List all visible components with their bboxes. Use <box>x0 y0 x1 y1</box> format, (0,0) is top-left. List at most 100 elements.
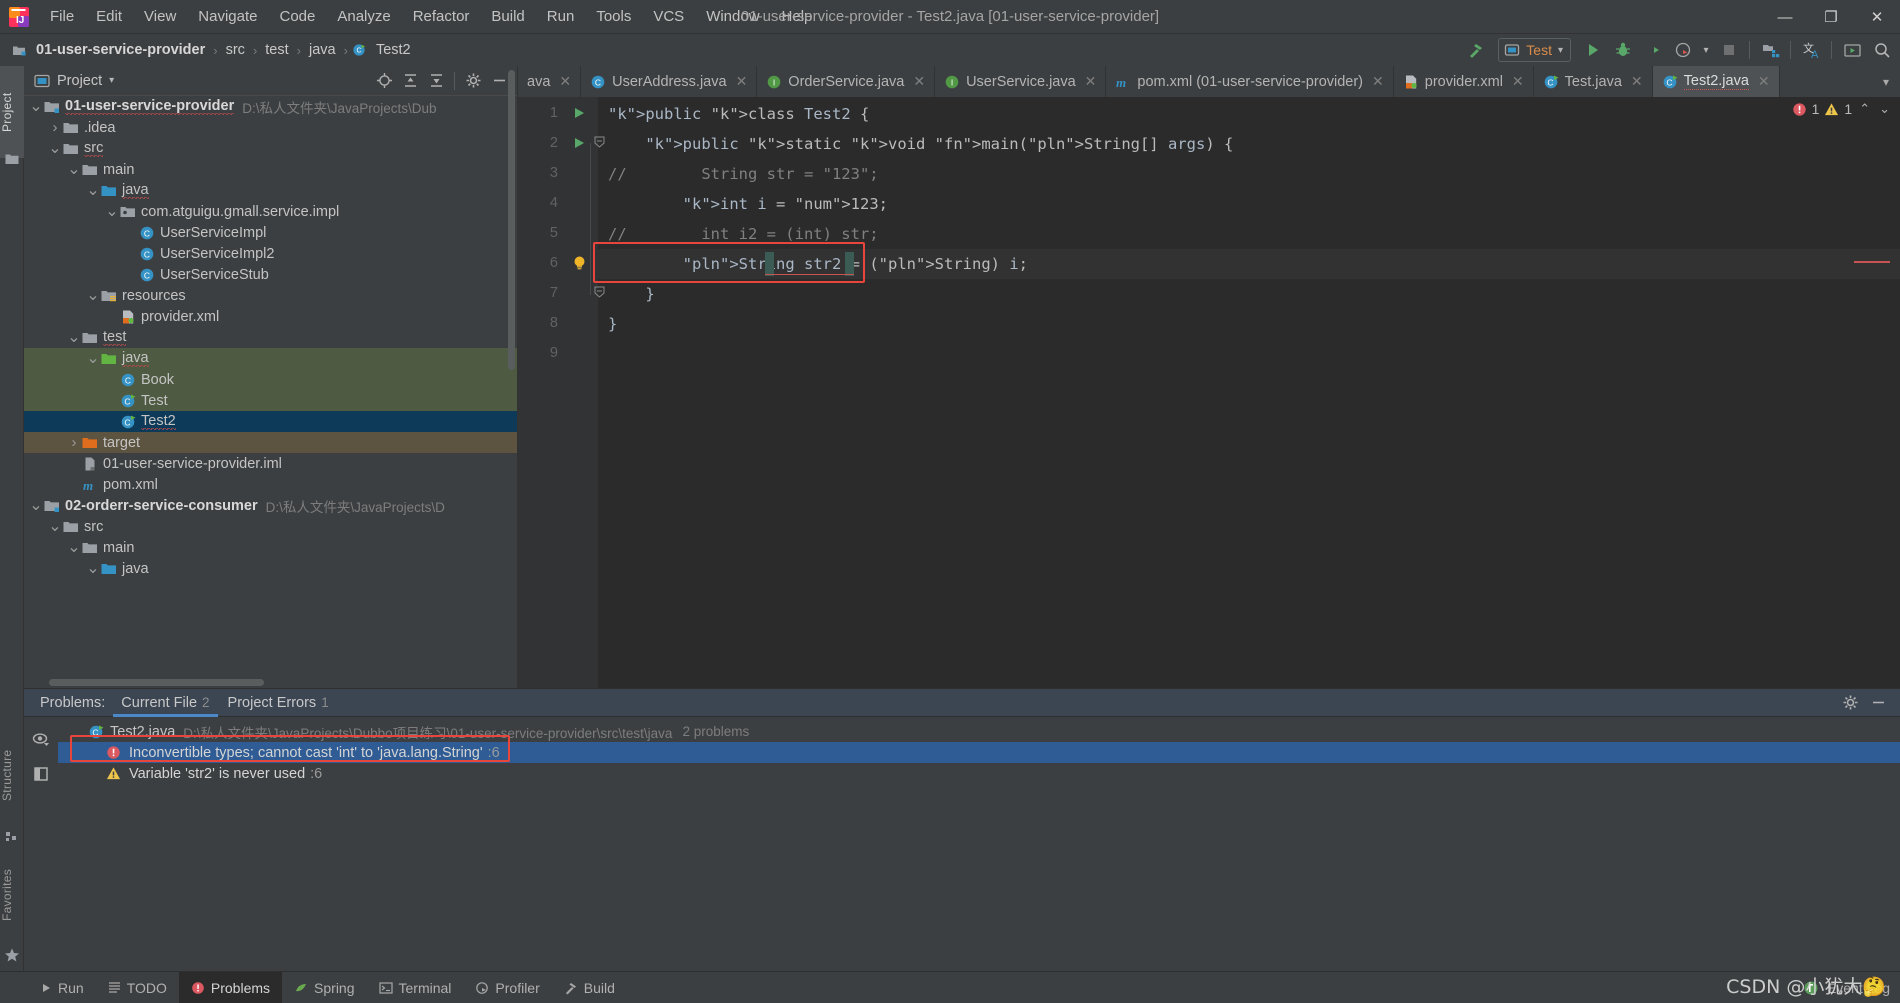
preview-icon[interactable] <box>24 757 58 791</box>
gear-icon[interactable] <box>1838 691 1862 715</box>
expand-all-icon[interactable] <box>398 69 422 93</box>
tree-item-main[interactable]: ⌄ main <box>24 159 517 180</box>
editor-gutter[interactable]: 1 2 3 4 5 6 7 8 9 <box>518 97 605 688</box>
presentation-icon[interactable] <box>1838 37 1866 63</box>
editor-tab-orderservice-java[interactable]: I OrderService.java ✕ <box>757 66 936 97</box>
target-icon[interactable] <box>372 69 396 93</box>
tree-item-provider-xml[interactable]: provider.xml <box>24 306 517 327</box>
menu-refactor[interactable]: Refactor <box>402 4 481 29</box>
run-configuration-selector[interactable]: Test ▾ <box>1498 38 1571 62</box>
project-structure-icon[interactable] <box>1756 37 1784 63</box>
coverage-icon[interactable] <box>1639 37 1667 63</box>
breadcrumb-class[interactable]: Test2 <box>372 41 415 59</box>
sidebar-tab-project[interactable]: Project <box>0 66 24 158</box>
error-stripe-marker[interactable] <box>1854 261 1890 263</box>
chevron-down-icon[interactable]: ⌄ <box>66 161 82 178</box>
editor-tab-userservice-java[interactable]: I UserService.java ✕ <box>935 66 1107 97</box>
problems-list[interactable]: C Test2.java D:\私人文件夹\JavaProjects\Dubbo项目… <box>58 717 1900 971</box>
menu-build[interactable]: Build <box>480 4 535 29</box>
maximize-button[interactable]: ❐ <box>1808 0 1854 34</box>
editor-tab-pom-xml-01-user-service-provider-[interactable]: m pom.xml (01-user-service-provider) ✕ <box>1106 66 1394 97</box>
tree-item-java[interactable]: ⌄ java <box>24 558 517 579</box>
tree-item-test[interactable]: C Test <box>24 390 517 411</box>
close-icon[interactable]: ✕ <box>1512 73 1524 90</box>
hammer-icon[interactable] <box>1462 37 1490 63</box>
tree-item-java[interactable]: ⌄ java <box>24 180 517 201</box>
stop-icon[interactable] <box>1715 37 1743 63</box>
tab-project-errors[interactable]: Project Errors 1 <box>226 689 331 717</box>
tree-item-resources[interactable]: ⌄ resources <box>24 285 517 306</box>
chevron-down-icon[interactable]: ⌄ <box>85 287 101 304</box>
tree-horizontal-scrollbar[interactable] <box>49 679 264 686</box>
sidebar-tab-favorites[interactable]: Favorites <box>0 849 24 941</box>
close-button[interactable]: ✕ <box>1854 0 1900 34</box>
chevron-down-icon[interactable]: ⌄ <box>66 329 82 346</box>
tree-item-java[interactable]: ⌄ java <box>24 348 517 369</box>
tree-vertical-scrollbar[interactable] <box>508 70 515 370</box>
editor-code-text[interactable]: "k">public "k">class Test2 { "k">public … <box>590 97 1900 688</box>
minimize-button[interactable]: — <box>1762 0 1808 34</box>
chevron-down-icon[interactable]: ▾ <box>1699 37 1713 63</box>
profiler-icon[interactable] <box>1669 37 1697 63</box>
editor-tab-bar[interactable]: ava ✕ C UserAddress.java ✕ I OrderService.java… <box>518 66 1900 97</box>
chevron-down-icon[interactable]: ⌄ <box>1877 101 1892 117</box>
editor-tab-useraddress-java[interactable]: C UserAddress.java ✕ <box>581 66 758 97</box>
tree-item-src[interactable]: ⌄ src <box>24 516 517 537</box>
status-terminal-button[interactable]: Terminal <box>367 972 464 1003</box>
breadcrumb-project[interactable]: 01-user-service-provider <box>32 41 209 59</box>
tree-item-userservicestub[interactable]: C UserServiceStub <box>24 264 517 285</box>
chevron-down-icon[interactable]: ⌄ <box>28 497 44 514</box>
status-profiler-button[interactable]: Profiler <box>463 972 551 1003</box>
intention-bulb-icon[interactable] <box>572 255 586 270</box>
menu-navigate[interactable]: Navigate <box>187 4 268 29</box>
gear-icon[interactable] <box>461 69 485 93</box>
menu-file[interactable]: File <box>39 4 85 29</box>
editor-tab-provider-xml[interactable]: provider.xml ✕ <box>1394 66 1534 97</box>
tree-item-pom-xml[interactable]: m pom.xml <box>24 474 517 495</box>
tree-item-test2[interactable]: C Test2 <box>24 411 517 432</box>
sidebar-tab-structure[interactable]: Structure <box>0 729 24 821</box>
status-todo-button[interactable]: TODO <box>96 972 179 1003</box>
editor-tab-ava[interactable]: ava ✕ <box>518 66 582 97</box>
close-icon[interactable]: ✕ <box>1631 73 1643 90</box>
chevron-down-icon[interactable]: ⌄ <box>28 98 44 115</box>
tree-item-01-user-service-provider[interactable]: ⌄ 01-user-service-provider D:\私人文件夹\JavaPr… <box>24 96 517 117</box>
eye-icon[interactable] <box>24 723 58 757</box>
editor-tabs-more-button[interactable]: ▾ <box>1872 66 1900 97</box>
problem-row[interactable]: Variable 'str2' is never used:6 <box>58 763 1900 784</box>
tree-item--idea[interactable]: › .idea <box>24 117 517 138</box>
inspection-widget[interactable]: 1 1 ⌃ ⌄ <box>1792 97 1900 121</box>
tree-item-userserviceimpl[interactable]: C UserServiceImpl <box>24 222 517 243</box>
tree-item-book[interactable]: C Book <box>24 369 517 390</box>
status-spring-button[interactable]: Spring <box>282 972 366 1003</box>
chevron-right-icon[interactable]: › <box>47 119 63 136</box>
menu-analyze[interactable]: Analyze <box>326 4 401 29</box>
breadcrumb-test[interactable]: test <box>261 41 292 59</box>
chevron-up-icon[interactable]: ⌃ <box>1857 101 1872 117</box>
chevron-down-icon[interactable]: ⌄ <box>85 182 101 199</box>
chevron-down-icon[interactable]: ⌄ <box>85 350 101 367</box>
close-icon[interactable]: ✕ <box>559 73 571 90</box>
menu-help[interactable]: Help <box>771 4 824 29</box>
close-icon[interactable]: ✕ <box>1758 73 1770 90</box>
run-gutter-icon[interactable] <box>573 106 586 120</box>
code-editor[interactable]: 1 2 3 4 5 6 7 8 9 "k">public "k">class Test2 { "… <box>518 97 1900 688</box>
tree-item-com-atguigu-gmall-service-impl[interactable]: ⌄ com.atguigu.gmall.service.impl <box>24 201 517 222</box>
event-log-label[interactable]: Event Log <box>1827 980 1890 996</box>
tree-item-main[interactable]: ⌄ main <box>24 537 517 558</box>
menu-run[interactable]: Run <box>536 4 586 29</box>
menu-view[interactable]: View <box>133 4 187 29</box>
menu-code[interactable]: Code <box>268 4 326 29</box>
chevron-down-icon[interactable]: ⌄ <box>104 203 120 220</box>
chevron-down-icon[interactable]: ⌄ <box>85 560 101 577</box>
chevron-right-icon[interactable]: › <box>66 434 82 451</box>
tree-item-02-orderr-service-consumer[interactable]: ⌄ 02-orderr-service-consumer D:\私人文件夹\Java… <box>24 495 517 516</box>
play-icon[interactable] <box>1579 37 1607 63</box>
close-icon[interactable]: ✕ <box>1372 73 1384 90</box>
tree-item-target[interactable]: › target <box>24 432 517 453</box>
close-icon[interactable]: ✕ <box>1085 73 1097 90</box>
project-tree[interactable]: ⌄ 01-user-service-provider D:\私人文件夹\JavaPr… <box>24 96 517 688</box>
tree-item-test[interactable]: ⌄ test <box>24 327 517 348</box>
chevron-down-icon[interactable]: ⌄ <box>66 539 82 556</box>
menu-edit[interactable]: Edit <box>85 4 133 29</box>
